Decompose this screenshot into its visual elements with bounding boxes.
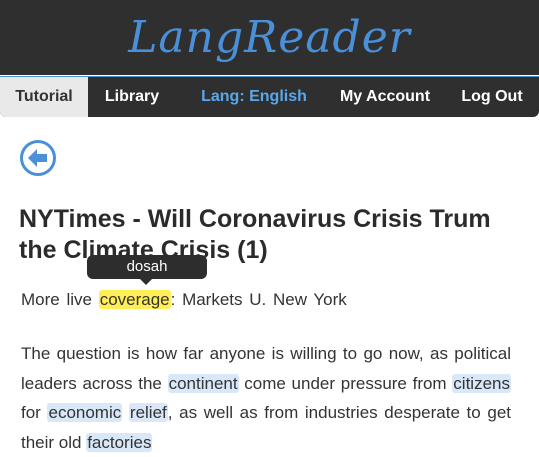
- text-segment: come under pressure from: [238, 373, 453, 393]
- word-factories[interactable]: factories: [86, 432, 153, 452]
- word-economic[interactable]: economic: [47, 403, 123, 422]
- text-segment: for: [21, 403, 48, 422]
- article-line-1: More live coverage: Markets U. New York: [21, 289, 511, 311]
- nav-log-out[interactable]: Log Out: [452, 77, 532, 117]
- text-segment: : Markets U. New York: [170, 290, 347, 309]
- word-citizens[interactable]: citizens: [452, 373, 511, 393]
- highlighted-word-coverage[interactable]: coverage: [98, 290, 171, 309]
- back-button[interactable]: [19, 139, 57, 177]
- nav-library[interactable]: Library: [88, 77, 176, 117]
- nav-tutorial[interactable]: Tutorial: [0, 77, 88, 117]
- nav-my-account[interactable]: My Account: [330, 77, 440, 117]
- translation-tooltip: dosah: [87, 255, 207, 279]
- arrow-left-circle-icon: [20, 140, 56, 176]
- app-header: LangReader: [0, 0, 539, 75]
- article-paragraph: The question is how far anyone is willin…: [21, 339, 511, 457]
- main-nav: Tutorial Library Lang: English My Accoun…: [0, 76, 539, 117]
- word-continent[interactable]: continent: [167, 373, 239, 393]
- text-segment: More live: [21, 290, 99, 309]
- nav-language[interactable]: Lang: English: [186, 77, 322, 117]
- word-relief[interactable]: relief: [128, 403, 168, 422]
- tooltip-arrow: [140, 279, 152, 285]
- text-segment: [122, 403, 129, 422]
- app-logo[interactable]: LangReader: [0, 0, 539, 75]
